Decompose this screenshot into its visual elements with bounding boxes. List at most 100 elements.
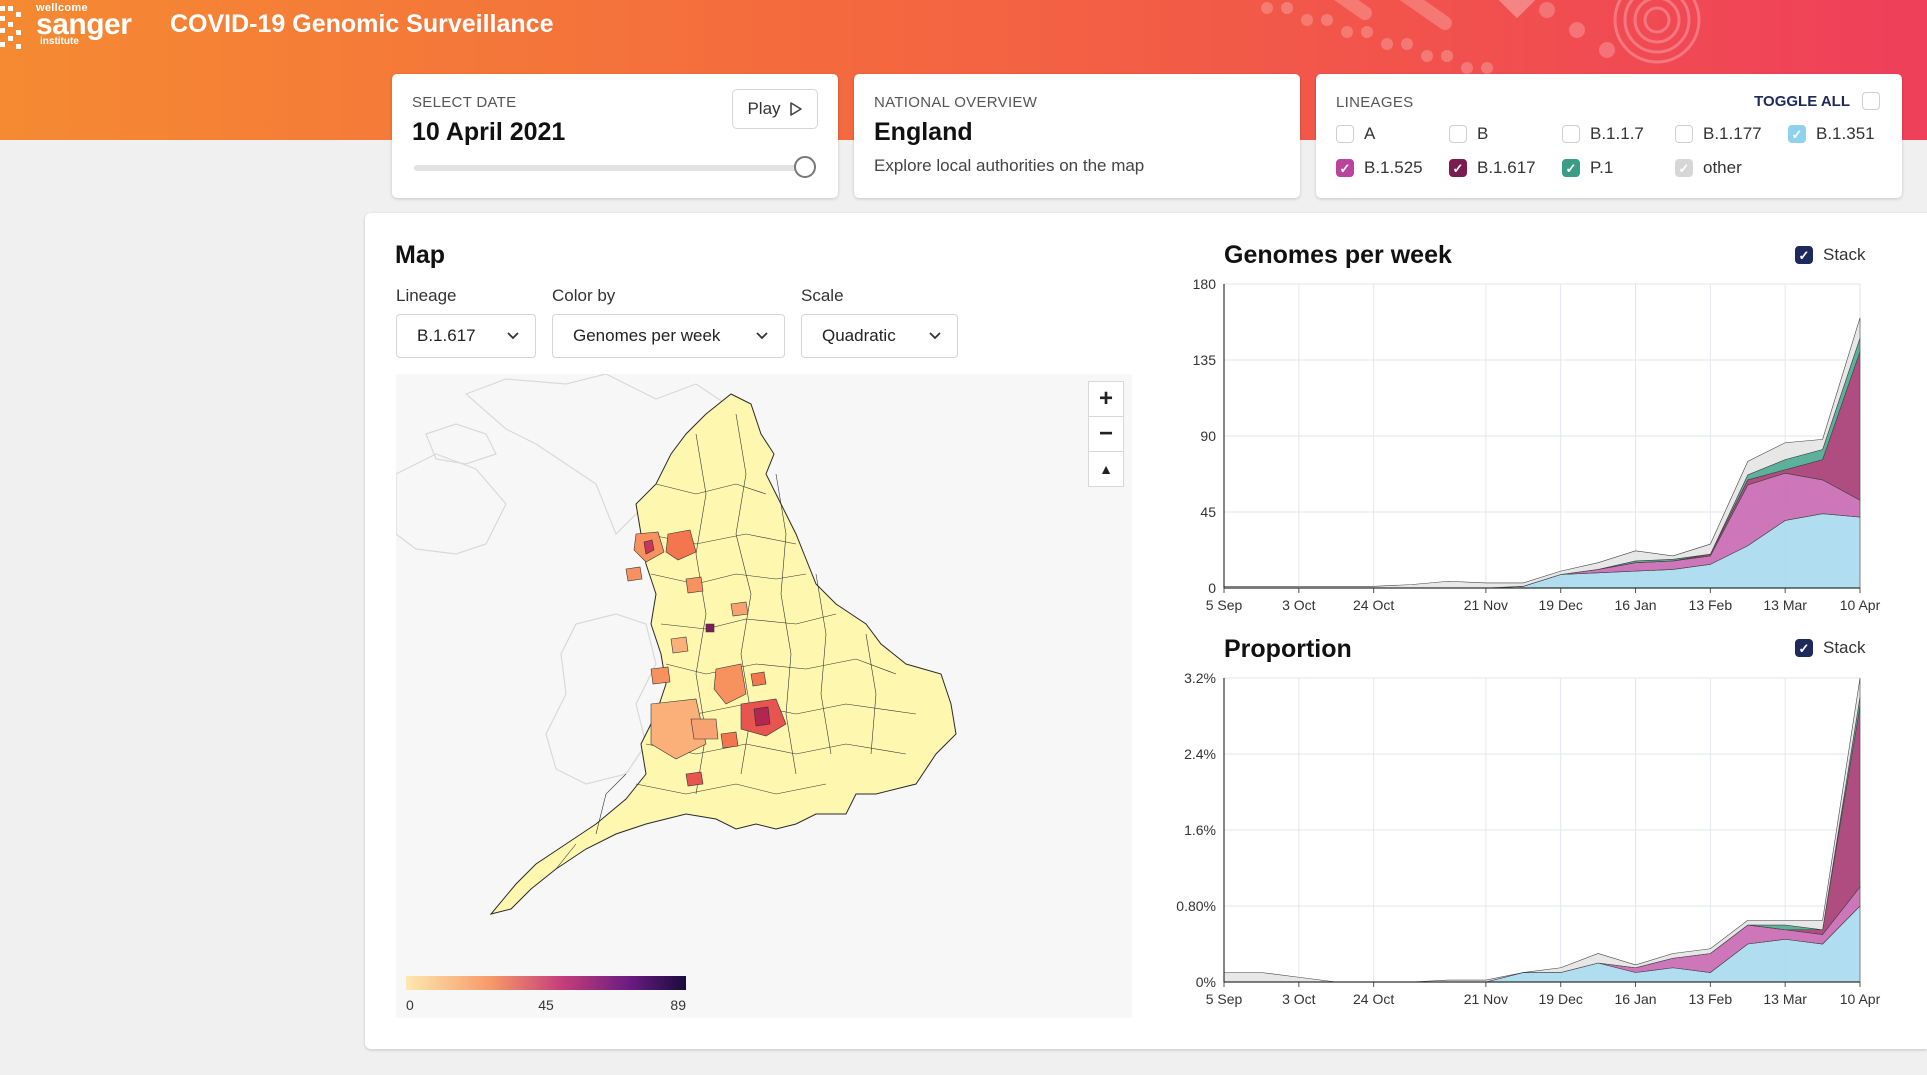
x-tick-label: 5 Sep (1206, 597, 1243, 613)
x-tick-label: 24 Oct (1353, 597, 1394, 613)
lineage-label: P.1 (1590, 158, 1614, 177)
overview-title: England (874, 118, 973, 146)
toggle-all-checkbox[interactable] (1862, 92, 1880, 110)
lineage-item-b-1-177[interactable]: B.1.177 (1675, 124, 1762, 144)
lineage-label: B.1.1.7 (1590, 124, 1644, 143)
x-tick-label: 13 Feb (1689, 597, 1733, 613)
x-tick-label: 3 Oct (1282, 991, 1316, 1007)
zoom-out-button[interactable]: − (1088, 416, 1124, 452)
lineage-checkbox[interactable] (1336, 125, 1354, 143)
lineage-label: B.1.351 (1816, 124, 1875, 143)
lineage-checkbox[interactable]: ✓ (1788, 125, 1806, 143)
scale-select[interactable]: Quadratic (801, 314, 958, 358)
la-luton (750, 671, 767, 687)
y-tick-label: 0.80% (1176, 898, 1216, 914)
x-tick-label: 19 Dec (1539, 991, 1583, 1007)
color-by-select[interactable]: Genomes per week (552, 314, 785, 358)
x-tick-label: 13 Mar (1763, 597, 1807, 613)
proportion-chart[interactable]: 0% 0.80% 1.6% 2.4% 3.2% 5 Sep 3 Oct 24 Oct 21 No… (1160, 666, 1920, 1016)
play-button[interactable]: Play (732, 89, 818, 129)
logo-dots-icon (0, 6, 21, 49)
legend-max-label: 89 (670, 997, 686, 1013)
color-by-control-label: Color by (552, 286, 616, 305)
la-southampton (685, 771, 704, 787)
genomes-chart-title: Genomes per week (1224, 241, 1452, 269)
zoom-in-button[interactable]: + (1088, 381, 1124, 417)
map-canvas[interactable]: 0 45 89 + − ▲ (395, 373, 1132, 1018)
date-card: SELECT DATE 10 April 2021 Play (392, 74, 838, 198)
la-birmingham (650, 666, 671, 685)
la-reading (720, 731, 739, 749)
x-tick-label: 10 Apr (1840, 991, 1881, 1007)
x-tick-label: 10 Apr (1840, 597, 1881, 613)
la-oxford (690, 718, 719, 740)
y-tick-label: 0 (1208, 580, 1216, 596)
genomes-per-week-chart[interactable]: 0 45 90 135 180 5 Sep 3 Oct 24 Oct 21 Nov 19 Dec 1… (1160, 272, 1920, 622)
date-slider-track[interactable] (414, 165, 810, 171)
chevron-down-icon (929, 332, 941, 340)
scale-control-label: Scale (801, 286, 844, 305)
la-hull (730, 601, 749, 617)
legend-mid-label: 45 (538, 997, 554, 1013)
lineage-checkbox[interactable]: ✓ (1449, 159, 1467, 177)
y-tick-label: 1.6% (1184, 822, 1216, 838)
wales-outline (545, 613, 657, 785)
lineage-label: B.1.177 (1703, 124, 1762, 143)
y-tick-label: 180 (1193, 276, 1217, 292)
overview-card: NATIONAL OVERVIEW England Explore local … (854, 74, 1300, 198)
y-tick-label: 90 (1200, 428, 1216, 444)
color-legend-bar (406, 976, 686, 990)
check-icon: ✓ (1795, 639, 1813, 657)
app-title: COVID-19 Genomic Surveillance (170, 10, 554, 38)
sanger-logo[interactable]: wellcome sanger institute (0, 0, 150, 60)
lineage-checkbox[interactable]: ✓ (1336, 159, 1354, 177)
toggle-all-label: TOGGLE ALL (1754, 92, 1850, 110)
legend-min-label: 0 (406, 997, 414, 1013)
x-tick-label: 21 Nov (1464, 991, 1508, 1007)
lineage-item-b[interactable]: B (1449, 124, 1488, 144)
date-slider-thumb[interactable] (794, 156, 816, 178)
la-nottingham (705, 623, 715, 633)
la-coventry (670, 636, 689, 654)
la-london-core (753, 706, 771, 727)
lineage-label: B.1.617 (1477, 158, 1536, 177)
lineage-item-p-1[interactable]: ✓ P.1 (1562, 158, 1613, 178)
x-tick-label: 16 Jan (1615, 991, 1657, 1007)
toggle-all-button[interactable]: TOGGLE ALL (1754, 92, 1880, 110)
play-triangle-icon (789, 102, 802, 116)
lineage-item-b-1-1-7[interactable]: B.1.1.7 (1562, 124, 1644, 144)
proportion-stack-toggle[interactable]: ✓ Stack (1795, 638, 1866, 658)
la-sheffield (685, 576, 704, 594)
lineage-item-b-1-351[interactable]: ✓ B.1.351 (1788, 124, 1875, 144)
date-label: SELECT DATE (412, 94, 517, 111)
lineage-checkbox[interactable]: ✓ (1675, 159, 1693, 177)
map-graphic: 0 45 89 (395, 373, 957, 1013)
lineage-label: A (1364, 124, 1376, 143)
check-icon: ✓ (1795, 246, 1813, 264)
y-tick-label: 0% (1196, 974, 1216, 990)
proportion-stack-label: Stack (1823, 638, 1866, 657)
proportion-chart-title: Proportion (1224, 635, 1352, 663)
lineage-item-other[interactable]: ✓ other (1675, 158, 1742, 178)
lineage-label: B.1.525 (1364, 158, 1423, 177)
x-tick-label: 3 Oct (1282, 597, 1316, 613)
lineage-checkbox[interactable] (1449, 125, 1467, 143)
lineage-select[interactable]: B.1.617 (396, 314, 536, 358)
chevron-down-icon (756, 332, 768, 340)
lineage-checkbox[interactable] (1675, 125, 1693, 143)
x-tick-label: 24 Oct (1353, 991, 1394, 1007)
lineage-item-a[interactable]: A (1336, 124, 1375, 144)
x-tick-label: 19 Dec (1539, 597, 1583, 613)
reset-north-button[interactable]: ▲ (1088, 451, 1124, 487)
lineage-item-b-1-617[interactable]: ✓ B.1.617 (1449, 158, 1536, 178)
genomes-stack-toggle[interactable]: ✓ Stack (1795, 245, 1866, 265)
x-tick-label: 21 Nov (1464, 597, 1508, 613)
lineage-checkbox[interactable] (1562, 125, 1580, 143)
overview-label: NATIONAL OVERVIEW (874, 94, 1038, 111)
lineage-item-b-1-525[interactable]: ✓ B.1.525 (1336, 158, 1423, 178)
scale-select-value: Quadratic (822, 326, 896, 345)
overview-subtitle: Explore local authorities on the map (874, 156, 1145, 175)
lineage-checkbox[interactable]: ✓ (1562, 159, 1580, 177)
decorative-pattern (1261, 0, 1701, 74)
ni-outline (425, 423, 497, 465)
